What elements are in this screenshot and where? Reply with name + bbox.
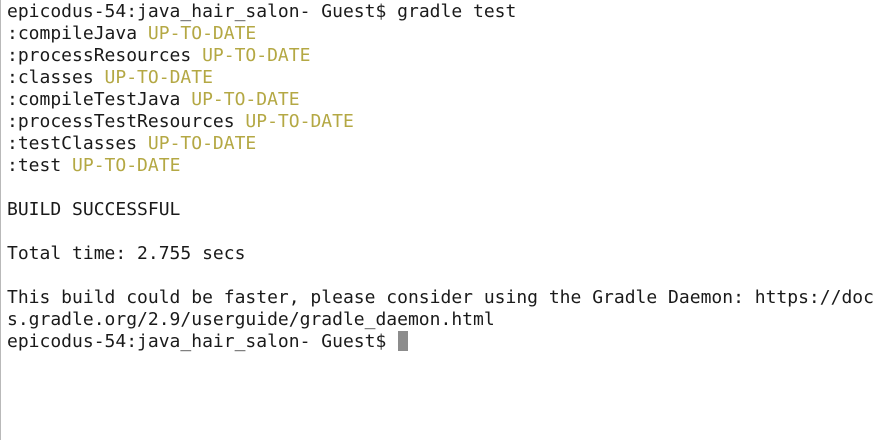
task-status: UP-TO-DATE — [147, 23, 257, 44]
command-line: epicodus-54:java_hair_salon- Guest$ grad… — [7, 1, 892, 23]
task-status: UP-TO-DATE — [147, 133, 257, 154]
task-status: UP-TO-DATE — [191, 89, 300, 110]
task-name: :processTestResources — [7, 111, 235, 132]
task-line: :classes UP-TO-DATE — [7, 67, 892, 89]
task-name: :classes — [7, 67, 94, 88]
text-cursor — [398, 331, 409, 351]
daemon-hint-line-2: s.gradle.org/2.9/userguide/gradle_daemon… — [7, 309, 495, 330]
task-line: :testClasses UP-TO-DATE — [7, 133, 892, 155]
task-line: :compileJava UP-TO-DATE — [7, 23, 892, 45]
shell-prompt: epicodus-54:java_hair_salon- Guest$ — [7, 1, 398, 22]
task-name: :processResources — [7, 45, 192, 66]
task-name: :compileJava — [7, 23, 138, 44]
task-name: :testClasses — [7, 133, 138, 154]
task-line: :processResources UP-TO-DATE — [7, 45, 892, 67]
terminal-window[interactable]: epicodus-54:java_hair_salon- Guest$ grad… — [0, 0, 892, 440]
build-result: BUILD SUCCESSFUL — [7, 199, 181, 220]
task-line: :processTestResources UP-TO-DATE — [7, 111, 892, 133]
task-status: UP-TO-DATE — [202, 45, 311, 66]
task-status: UP-TO-DATE — [104, 67, 213, 88]
task-name: :test — [7, 155, 62, 176]
shell-prompt: epicodus-54:java_hair_salon- Guest$ — [7, 331, 398, 352]
daemon-hint-line-1: This build could be faster, please consi… — [7, 287, 874, 308]
command-text: gradle test — [397, 1, 517, 22]
task-status: UP-TO-DATE — [72, 155, 181, 176]
final-prompt-line[interactable]: epicodus-54:java_hair_salon- Guest$ — [7, 331, 892, 353]
task-line: :compileTestJava UP-TO-DATE — [7, 89, 892, 111]
task-status: UP-TO-DATE — [245, 111, 354, 132]
task-line: :test UP-TO-DATE — [7, 155, 892, 177]
task-name: :compileTestJava — [7, 89, 181, 110]
total-time: Total time: 2.755 secs — [7, 243, 246, 264]
